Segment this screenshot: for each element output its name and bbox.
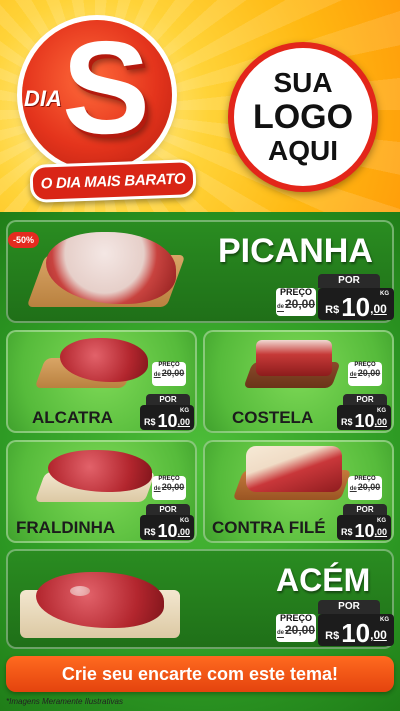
unit-kg: KG [180,518,189,524]
costela-meat-image [256,340,332,376]
price-integer: 10 [157,521,178,541]
old-price-box: PREÇO de20,00 [276,287,316,316]
price-decimal: ,00 [177,417,191,427]
price-decimal: ,00 [177,527,191,537]
por-label: POR [343,504,387,515]
currency: R$ [340,417,353,427]
logo-line-2: LOGO [252,98,354,136]
new-price-box: R$ 10 ,00 KG [318,288,394,320]
price-decimal: ,00 [370,302,387,316]
currency: R$ [143,417,156,427]
logo-line-3: AQUI [268,135,338,166]
price-integer: 10 [354,521,375,541]
acem-fat-detail [70,586,90,596]
contra-file-meat-image [246,446,342,492]
price-decimal: ,00 [370,628,387,642]
cta-label: Crie seu encarte com este tema! [61,663,339,684]
new-price-box: R$ 10 ,00 KG [337,515,391,540]
new-price-box: R$ 10 ,00 KG [337,405,391,430]
unit-kg: KG [380,617,389,623]
header-banner: DIA S O DIA MAIS BARATO SUA LOGO AQUI [0,0,400,212]
unit-kg: KG [377,408,386,414]
unit-kg: KG [180,408,189,414]
old-price-box: PREÇO de20,00 [152,362,186,386]
logo-placeholder: SUA LOGO AQUI [228,42,378,192]
product-name: ALCATRA [32,408,113,427]
por-label: POR [146,504,190,515]
currency: R$ [143,527,156,537]
old-price-box: PREÇO de20,00 [348,476,382,500]
tagline: O DIA MAIS BARATO [40,169,186,193]
product-name: FRALDINHA [16,518,116,537]
brand-letter: S [62,14,151,161]
old-price: de20,00 [276,296,316,311]
product-name: PICANHA [218,232,373,270]
por-label: POR [318,274,380,288]
footnote: *Imagens Meramente Ilustrativas [6,697,123,706]
price-decimal: ,00 [374,527,388,537]
product-name: ACÉM [276,562,371,598]
price-integer: 10 [354,411,375,431]
price-decimal: ,00 [374,417,388,427]
product-name: CONTRA FILÉ [212,518,326,537]
unit-kg: KG [377,518,386,524]
product-name: COSTELA [232,408,314,427]
por-label: POR [318,600,380,614]
logo-line-1: SUA [273,67,333,98]
old-price: de20,00 [349,367,381,378]
old-price-box: PREÇO de20,00 [152,476,186,500]
old-price-box: PREÇO de20,00 [276,613,316,642]
por-label: POR [343,394,387,405]
cta-button[interactable]: Crie seu encarte com este tema! [6,656,394,692]
old-price: de20,00 [349,481,381,492]
new-price-box: R$ 10 ,00 KG [140,405,194,430]
por-label: POR [146,394,190,405]
new-price-box: R$ 10 ,00 KG [318,614,394,646]
old-price: de20,00 [153,367,185,378]
price-integer: 10 [341,618,371,648]
old-price: de20,00 [153,481,185,492]
price-integer: 10 [341,292,371,322]
currency: R$ [325,630,340,642]
old-price-box: PREÇO de20,00 [348,362,382,386]
price-integer: 10 [157,411,178,431]
discount-badge: -50% [8,232,40,248]
brand-prefix: DIA [24,86,62,111]
currency: R$ [340,527,353,537]
new-price-box: R$ 10 ,00 KG [140,515,194,540]
tagline-ribbon: O DIA MAIS BARATO [29,159,197,203]
unit-kg: KG [380,291,389,297]
currency: R$ [325,304,340,316]
old-price: de20,00 [276,622,316,637]
